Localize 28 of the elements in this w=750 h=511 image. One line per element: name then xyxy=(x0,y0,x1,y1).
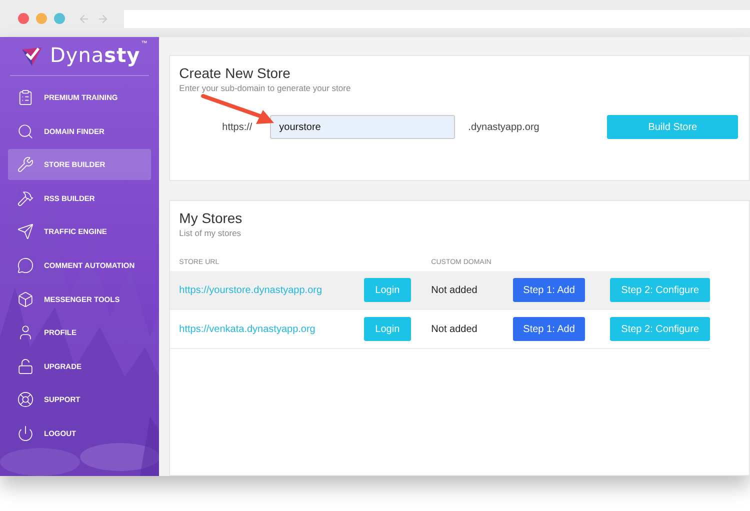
forward-icon[interactable] xyxy=(97,12,109,24)
maximize-dot[interactable] xyxy=(54,13,65,24)
card-subtitle: Enter your sub-domain to generate your store xyxy=(179,83,352,93)
clipboard-icon xyxy=(17,89,34,106)
user-icon xyxy=(17,324,34,342)
chat-bubble-icon xyxy=(17,256,34,274)
url-prefix: https:// xyxy=(222,122,254,132)
search-icon xyxy=(17,122,34,140)
card-title: My Stores xyxy=(179,210,244,226)
box-icon xyxy=(17,290,34,308)
back-icon[interactable] xyxy=(78,12,90,24)
domain-suffix: .dynastyapp.org xyxy=(468,122,540,132)
hammer-icon xyxy=(17,190,34,207)
unlocked-padlock-icon xyxy=(17,358,34,375)
wrench-icon xyxy=(17,156,34,174)
add-domain-button[interactable]: Step 1: Add xyxy=(513,317,585,341)
card-subtitle: List of my stores xyxy=(179,228,242,238)
custom-domain-status: Not added xyxy=(431,324,478,334)
power-icon xyxy=(17,424,34,442)
subdomain-field[interactable]: yourstore xyxy=(270,115,456,139)
paper-plane-icon xyxy=(17,223,34,240)
custom-domain-status: Not added xyxy=(431,284,478,296)
add-domain-button[interactable]: Step 1: Add xyxy=(513,278,585,302)
lifebuoy-icon xyxy=(17,391,34,408)
card-title: Create New Store xyxy=(179,65,292,81)
close-dot[interactable] xyxy=(18,13,29,24)
minimize-dot[interactable] xyxy=(36,13,47,24)
logo-text: Dynasty xyxy=(50,45,140,65)
